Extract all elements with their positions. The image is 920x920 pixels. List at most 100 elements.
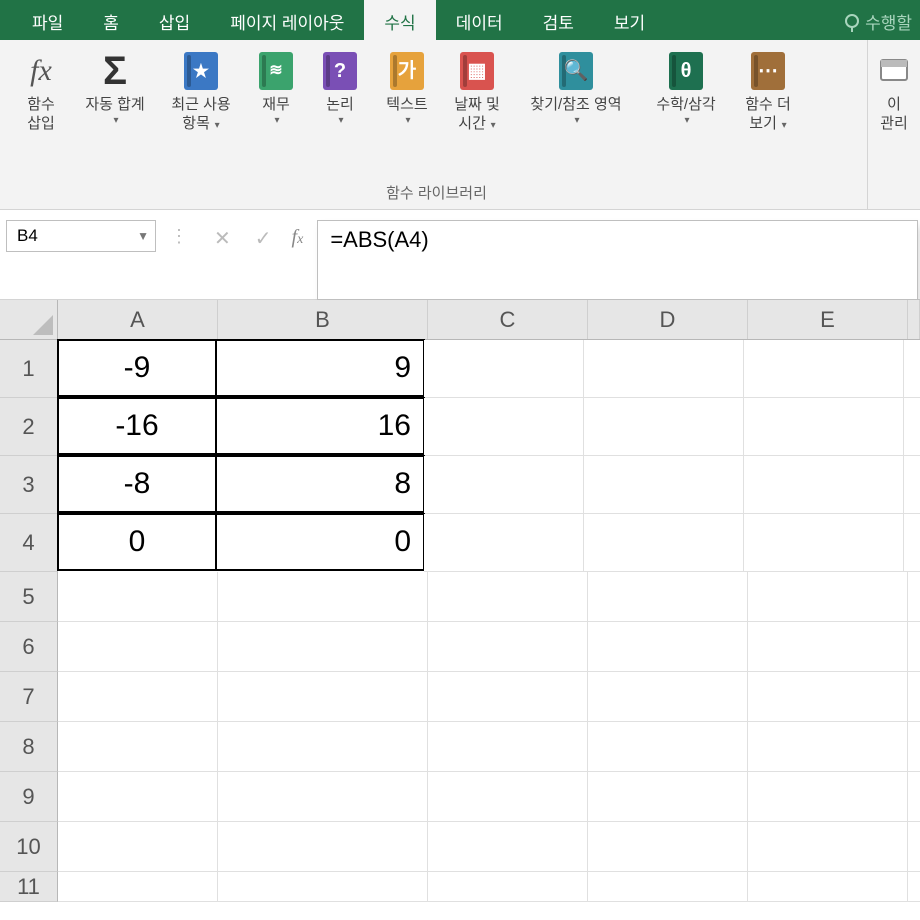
cell-c3[interactable] <box>424 456 584 514</box>
cell-a11[interactable] <box>58 872 218 902</box>
cell-b3[interactable]: 8 <box>215 455 425 513</box>
cell-b2[interactable]: 16 <box>215 397 425 455</box>
row-header-9[interactable]: 9 <box>0 772 58 822</box>
cell-d6[interactable] <box>588 622 748 672</box>
cell[interactable] <box>908 772 920 822</box>
cell-a10[interactable] <box>58 822 218 872</box>
cell-c10[interactable] <box>428 822 588 872</box>
autosum-button[interactable]: Σ 자동 합계 ▾ <box>72 44 158 127</box>
cell[interactable] <box>908 872 920 902</box>
cell-e5[interactable] <box>748 572 908 622</box>
cell[interactable] <box>908 672 920 722</box>
cell[interactable] <box>908 722 920 772</box>
cell-d9[interactable] <box>588 772 748 822</box>
cell[interactable] <box>908 572 920 622</box>
cell-d8[interactable] <box>588 722 748 772</box>
column-header-e[interactable]: E <box>748 300 908 339</box>
cell-c9[interactable] <box>428 772 588 822</box>
column-header-d[interactable]: D <box>588 300 748 339</box>
cell-c11[interactable] <box>428 872 588 902</box>
row-header-10[interactable]: 10 <box>0 822 58 872</box>
cell-b1[interactable]: 9 <box>215 339 425 397</box>
cell-d3[interactable] <box>584 456 744 514</box>
row-header-11[interactable]: 11 <box>0 872 58 902</box>
cell-c5[interactable] <box>428 572 588 622</box>
cell-c8[interactable] <box>428 722 588 772</box>
cell[interactable] <box>904 398 920 456</box>
cell-b9[interactable] <box>218 772 428 822</box>
cell-d2[interactable] <box>584 398 744 456</box>
tab-page-layout[interactable]: 페이지 레이아웃 <box>210 0 364 40</box>
math-trig-button[interactable]: θ 수학/삼각 ▾ <box>640 44 732 127</box>
cell-a5[interactable] <box>58 572 218 622</box>
tab-review[interactable]: 검토 <box>523 0 594 40</box>
tab-data[interactable]: 데이터 <box>436 0 523 40</box>
cell-c7[interactable] <box>428 672 588 722</box>
cell-a3[interactable]: -8 <box>57 455 217 513</box>
cell-b5[interactable] <box>218 572 428 622</box>
cell-b11[interactable] <box>218 872 428 902</box>
cell[interactable] <box>908 822 920 872</box>
tab-file[interactable]: 파일 <box>12 0 83 40</box>
tab-tell-me[interactable]: 수행할 <box>825 0 920 40</box>
logical-button[interactable]: ? 논리 ▾ <box>308 44 372 127</box>
column-header-c[interactable]: C <box>428 300 588 339</box>
cell-c4[interactable] <box>424 514 584 572</box>
cell-e3[interactable] <box>744 456 904 514</box>
cell-e8[interactable] <box>748 722 908 772</box>
row-header-2[interactable]: 2 <box>0 398 58 456</box>
cell-d1[interactable] <box>584 340 744 398</box>
cell-b10[interactable] <box>218 822 428 872</box>
cell-e4[interactable] <box>744 514 904 572</box>
cell-b6[interactable] <box>218 622 428 672</box>
cell-e9[interactable] <box>748 772 908 822</box>
row-header-5[interactable]: 5 <box>0 572 58 622</box>
cell-a8[interactable] <box>58 722 218 772</box>
formula-bar[interactable]: =ABS(A4) <box>317 220 918 300</box>
cell-b7[interactable] <box>218 672 428 722</box>
cell-e1[interactable] <box>744 340 904 398</box>
cell-a1[interactable]: -9 <box>57 339 217 397</box>
select-all-button[interactable] <box>0 300 58 339</box>
cell[interactable] <box>908 622 920 672</box>
row-header-7[interactable]: 7 <box>0 672 58 722</box>
cell-a2[interactable]: -16 <box>57 397 217 455</box>
cell[interactable] <box>904 456 920 514</box>
row-header-4[interactable]: 4 <box>0 514 58 572</box>
enter-formula-button[interactable]: ✓ <box>243 220 284 251</box>
cell-e11[interactable] <box>748 872 908 902</box>
cell[interactable] <box>904 514 920 572</box>
cell-b8[interactable] <box>218 722 428 772</box>
column-header-partial[interactable] <box>908 300 920 339</box>
more-functions-button[interactable]: ⋯ 함수 더 보기 ▾ <box>732 44 804 134</box>
row-header-3[interactable]: 3 <box>0 456 58 514</box>
text-button[interactable]: 가 텍스트 ▾ <box>372 44 442 127</box>
cell-c1[interactable] <box>424 340 584 398</box>
cell-b4[interactable]: 0 <box>215 513 425 571</box>
cell-e6[interactable] <box>748 622 908 672</box>
column-header-a[interactable]: A <box>58 300 218 339</box>
cell-a7[interactable] <box>58 672 218 722</box>
cancel-formula-button[interactable]: ✕ <box>202 220 243 251</box>
cell-e7[interactable] <box>748 672 908 722</box>
cell-a9[interactable] <box>58 772 218 822</box>
row-header-1[interactable]: 1 <box>0 340 58 398</box>
column-header-b[interactable]: B <box>218 300 428 339</box>
row-header-6[interactable]: 6 <box>0 622 58 672</box>
lookup-reference-button[interactable]: 🔍 찾기/참조 영역 ▾ <box>512 44 640 127</box>
cell-d11[interactable] <box>588 872 748 902</box>
cell-c2[interactable] <box>424 398 584 456</box>
recently-used-button[interactable]: ★ 최근 사용 항목 ▾ <box>158 44 244 134</box>
cell-d10[interactable] <box>588 822 748 872</box>
tab-home[interactable]: 홈 <box>83 0 139 40</box>
tab-formulas[interactable]: 수식 <box>364 0 435 40</box>
row-header-8[interactable]: 8 <box>0 722 58 772</box>
cell-d7[interactable] <box>588 672 748 722</box>
tab-insert[interactable]: 삽입 <box>139 0 210 40</box>
cell-a4[interactable]: 0 <box>57 513 217 571</box>
tab-view[interactable]: 보기 <box>594 0 665 40</box>
insert-function-button[interactable]: fx 함수 삽입 <box>10 44 72 134</box>
cell-d5[interactable] <box>588 572 748 622</box>
financial-button[interactable]: ≋ 재무 ▾ <box>244 44 308 127</box>
date-time-button[interactable]: ▦ 날짜 및 시간 ▾ <box>442 44 512 134</box>
